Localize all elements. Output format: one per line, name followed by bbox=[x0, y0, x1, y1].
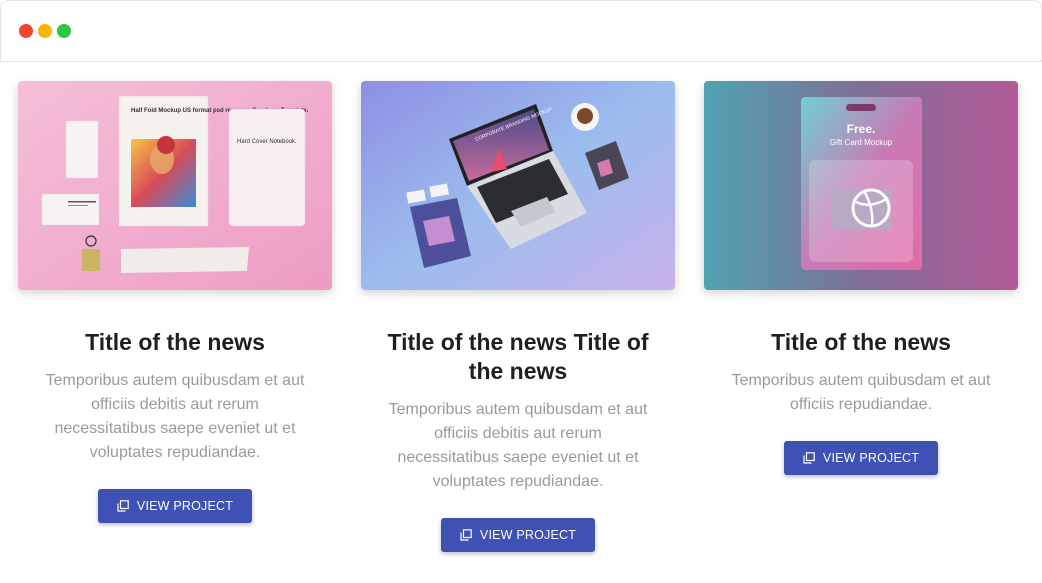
copy-icon bbox=[460, 529, 472, 541]
copy-icon bbox=[117, 500, 129, 512]
view-project-label: VIEW PROJECT bbox=[479, 528, 577, 542]
news-card-2: CORPORATE BRANDING MOCKUP Title of the n… bbox=[361, 81, 675, 552]
minimize-window-button[interactable] bbox=[38, 24, 52, 38]
card-description: Temporibus autem quibusdam et aut offici… bbox=[45, 372, 305, 461]
card-image-brochure-mockup[interactable]: Half Fold Mockup US format psd resource … bbox=[18, 81, 332, 290]
news-card-1: Half Fold Mockup US format psd resource … bbox=[18, 81, 332, 523]
news-card-3: Free. Gift Card Mockup Title of the news… bbox=[704, 81, 1018, 475]
notebook-image-text: Hard Cover Notebook. bbox=[237, 139, 297, 145]
card-title: Title of the news bbox=[771, 329, 951, 355]
view-project-button[interactable]: VIEW PROJECT bbox=[98, 489, 252, 523]
card-title: Title of the news bbox=[85, 329, 265, 355]
card-title: Title of the news Title of the news bbox=[387, 329, 649, 384]
copy-icon bbox=[803, 452, 815, 464]
card-image-laptop-mockup[interactable]: CORPORATE BRANDING MOCKUP bbox=[361, 81, 675, 290]
card-description: Temporibus autem quibusdam et aut offici… bbox=[388, 401, 648, 490]
gift-card-free-text: Free. bbox=[847, 122, 876, 136]
maximize-window-button[interactable] bbox=[57, 24, 71, 38]
view-project-label: VIEW PROJECT bbox=[136, 499, 234, 513]
window-titlebar bbox=[0, 0, 1042, 62]
gift-card-subtitle-text: Gift Card Mockup bbox=[830, 138, 893, 147]
card-image-gift-card-mockup[interactable]: Free. Gift Card Mockup bbox=[704, 81, 1018, 290]
view-project-label: VIEW PROJECT bbox=[822, 451, 920, 465]
card-description: Temporibus autem quibusdam et aut offici… bbox=[731, 372, 991, 413]
view-project-button[interactable]: VIEW PROJECT bbox=[441, 518, 595, 552]
view-project-button[interactable]: VIEW PROJECT bbox=[784, 441, 938, 475]
close-window-button[interactable] bbox=[19, 24, 33, 38]
